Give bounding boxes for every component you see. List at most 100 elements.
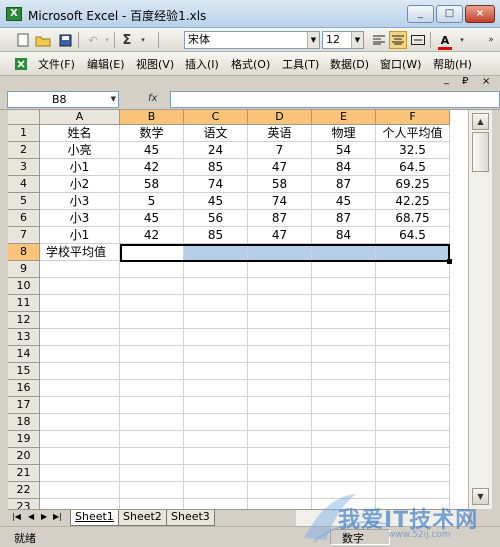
font-name-dropdown-icon[interactable]: ▼	[307, 32, 319, 48]
row-header-21[interactable]: 21	[8, 465, 40, 482]
cell-f7[interactable]: 64.5	[376, 227, 450, 244]
cell-b13[interactable]	[120, 329, 184, 346]
cell-f20[interactable]	[376, 448, 450, 465]
save-icon[interactable]	[56, 31, 74, 49]
font-size-select[interactable]: 12 ▼	[322, 31, 364, 49]
cell-b11[interactable]	[120, 295, 184, 312]
cell-f10[interactable]	[376, 278, 450, 295]
cell-d9[interactable]	[248, 261, 312, 278]
name-box-dropdown-icon[interactable]: ▼	[111, 92, 116, 107]
cell-a3[interactable]: 小1	[40, 159, 120, 176]
cell-f21[interactable]	[376, 465, 450, 482]
menu-edit[interactable]: 编辑(E)	[87, 56, 125, 72]
cell-f22[interactable]	[376, 482, 450, 499]
toolbar-options-icon[interactable]: »	[482, 31, 500, 49]
cell-d6[interactable]: 87	[248, 210, 312, 227]
new-file-icon[interactable]	[14, 31, 32, 49]
row-header-18[interactable]: 18	[8, 414, 40, 431]
cell-f3[interactable]: 64.5	[376, 159, 450, 176]
cell-e14[interactable]	[312, 346, 376, 363]
cell-e7[interactable]: 84	[312, 227, 376, 244]
cell-d1[interactable]: 英语	[248, 125, 312, 142]
cell-b19[interactable]	[120, 431, 184, 448]
row-header-14[interactable]: 14	[8, 346, 40, 363]
cell-e19[interactable]	[312, 431, 376, 448]
row-header-3[interactable]: 3	[8, 159, 40, 176]
cell-b14[interactable]	[120, 346, 184, 363]
cell-c22[interactable]	[184, 482, 248, 499]
row-header-15[interactable]: 15	[8, 363, 40, 380]
cell-b16[interactable]	[120, 380, 184, 397]
vertical-scrollbar[interactable]: ▲ ▼	[468, 110, 492, 509]
cell-e17[interactable]	[312, 397, 376, 414]
cell-d14[interactable]	[248, 346, 312, 363]
row-header-22[interactable]: 22	[8, 482, 40, 499]
cell-e8[interactable]	[312, 244, 376, 261]
open-folder-icon[interactable]	[34, 31, 52, 49]
cell-b2[interactable]: 45	[120, 142, 184, 159]
cell-f11[interactable]	[376, 295, 450, 312]
sheet-tab-3[interactable]: Sheet3	[166, 510, 215, 526]
row-header-19[interactable]: 19	[8, 431, 40, 448]
cell-b5[interactable]: 5	[120, 193, 184, 210]
cell-c18[interactable]	[184, 414, 248, 431]
maximize-button[interactable]: □	[436, 5, 463, 23]
cell-a10[interactable]	[40, 278, 120, 295]
cell-f16[interactable]	[376, 380, 450, 397]
cell-f2[interactable]: 32.5	[376, 142, 450, 159]
menu-format[interactable]: 格式(O)	[231, 56, 270, 72]
row-header-20[interactable]: 20	[8, 448, 40, 465]
menu-help[interactable]: 帮助(H)	[433, 56, 472, 72]
align-left-icon[interactable]	[370, 31, 388, 49]
cell-c7[interactable]: 85	[184, 227, 248, 244]
cell-c10[interactable]	[184, 278, 248, 295]
cell-d20[interactable]	[248, 448, 312, 465]
cell-b21[interactable]	[120, 465, 184, 482]
cell-c16[interactable]	[184, 380, 248, 397]
font-color-dropdown-icon[interactable]: ▾	[453, 31, 471, 49]
cell-f8[interactable]	[376, 244, 450, 261]
cell-d15[interactable]	[248, 363, 312, 380]
cell-d10[interactable]	[248, 278, 312, 295]
cell-d12[interactable]	[248, 312, 312, 329]
cell-a19[interactable]	[40, 431, 120, 448]
cell-c2[interactable]: 24	[184, 142, 248, 159]
row-header-13[interactable]: 13	[8, 329, 40, 346]
cell-a20[interactable]	[40, 448, 120, 465]
cell-d22[interactable]	[248, 482, 312, 499]
cell-e2[interactable]: 54	[312, 142, 376, 159]
cell-a15[interactable]	[40, 363, 120, 380]
cell-c23[interactable]	[184, 499, 248, 509]
cell-c12[interactable]	[184, 312, 248, 329]
minimize-button[interactable]: _	[407, 5, 434, 23]
close-button[interactable]: ×	[465, 5, 495, 23]
cell-c9[interactable]	[184, 261, 248, 278]
menu-data[interactable]: 数据(D)	[330, 56, 369, 72]
cell-b23[interactable]	[120, 499, 184, 509]
cell-b18[interactable]	[120, 414, 184, 431]
scroll-down-icon[interactable]: ▼	[472, 488, 489, 505]
row-header-9[interactable]: 9	[8, 261, 40, 278]
cell-a18[interactable]	[40, 414, 120, 431]
next-sheet-icon[interactable]: ▶	[41, 512, 47, 521]
column-header-e[interactable]: E	[312, 110, 376, 125]
cell-c1[interactable]: 语文	[184, 125, 248, 142]
cell-a13[interactable]	[40, 329, 120, 346]
cell-f12[interactable]	[376, 312, 450, 329]
cell-e18[interactable]	[312, 414, 376, 431]
cell-d21[interactable]	[248, 465, 312, 482]
cell-e6[interactable]: 87	[312, 210, 376, 227]
cell-f1[interactable]: 个人平均值	[376, 125, 450, 142]
formula-input[interactable]	[170, 91, 500, 108]
cell-f9[interactable]	[376, 261, 450, 278]
cell-b15[interactable]	[120, 363, 184, 380]
cell-d19[interactable]	[248, 431, 312, 448]
select-all-corner[interactable]	[8, 110, 40, 125]
cell-a14[interactable]	[40, 346, 120, 363]
row-header-17[interactable]: 17	[8, 397, 40, 414]
cell-f19[interactable]	[376, 431, 450, 448]
scroll-up-icon[interactable]: ▲	[472, 113, 489, 130]
cell-e11[interactable]	[312, 295, 376, 312]
excel-menu-icon[interactable]	[12, 55, 30, 73]
cell-d4[interactable]: 58	[248, 176, 312, 193]
